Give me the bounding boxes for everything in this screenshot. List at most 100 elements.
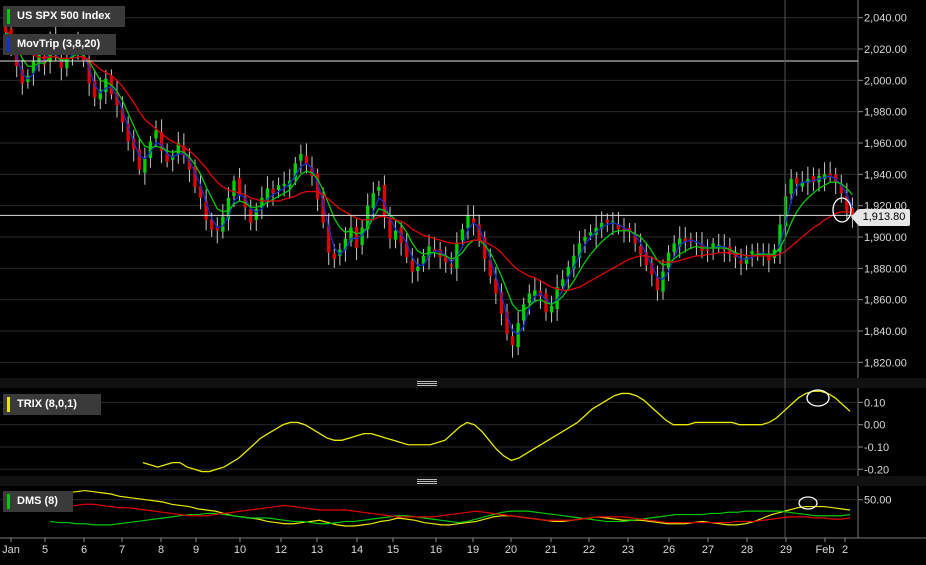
x-tick-label: 5 bbox=[42, 544, 48, 556]
trix-tick-label: 0.00 bbox=[864, 420, 885, 432]
candle-body bbox=[299, 153, 303, 161]
price-tick-label: 1,840.00 bbox=[864, 326, 907, 338]
price-tick-label: 1,880.00 bbox=[864, 263, 907, 275]
candle-body bbox=[549, 305, 554, 313]
price-tick-label: 2,020.00 bbox=[864, 44, 907, 56]
candle-body bbox=[388, 219, 392, 239]
x-tick-label: 7 bbox=[119, 544, 125, 556]
x-tick-label: 15 bbox=[387, 544, 399, 556]
candle-body bbox=[739, 260, 743, 264]
panel-separator-2 bbox=[0, 476, 926, 486]
price-tick-label: 2,000.00 bbox=[864, 75, 907, 87]
candle-body bbox=[666, 252, 671, 269]
candle-body bbox=[639, 245, 643, 255]
current-price-tag: 1,913.80 bbox=[851, 209, 910, 226]
x-tick-label: 9 bbox=[193, 544, 199, 556]
price-legend-swatch bbox=[7, 9, 10, 24]
price-legend-label: US SPX 500 Index bbox=[17, 10, 111, 22]
candle-body bbox=[705, 249, 710, 252]
x-tick-label: 20 bbox=[505, 544, 517, 556]
chart-stage[interactable]: 1,820.00 1,840.00 1,860.00 1,880.00 1,900.00… bbox=[0, 0, 926, 560]
candle-body bbox=[377, 186, 381, 191]
candle-body bbox=[522, 304, 526, 321]
x-tick-label: 28 bbox=[741, 544, 753, 556]
candle-body bbox=[282, 183, 286, 186]
movtrip-legend-label: MovTrip (3,8,20) bbox=[17, 38, 101, 50]
x-tick-label: 10 bbox=[234, 544, 246, 556]
annotation-circle-trix bbox=[806, 389, 830, 407]
price-legend[interactable]: US SPX 500 Index bbox=[3, 6, 125, 27]
price-tick-label: 1,980.00 bbox=[864, 107, 907, 119]
candle-body bbox=[795, 177, 799, 184]
candle-body bbox=[254, 208, 258, 221]
dms-line-2 bbox=[49, 503, 851, 524]
candle-body bbox=[527, 293, 531, 304]
candle-body bbox=[789, 179, 793, 194]
candle-body bbox=[154, 130, 158, 139]
trix-tick-label: -0.20 bbox=[864, 464, 889, 476]
trix-line bbox=[142, 390, 851, 473]
x-tick-label: Jan bbox=[2, 544, 20, 556]
candle-body bbox=[271, 188, 275, 194]
price-tick-label: 1,960.00 bbox=[864, 138, 907, 150]
dms-legend-label: DMS (8) bbox=[17, 495, 58, 507]
candle-body bbox=[588, 232, 593, 236]
price-tick-label: 2,040.00 bbox=[864, 13, 907, 25]
candle-body bbox=[143, 158, 147, 173]
trix-legend-label: TRIX (8,0,1) bbox=[17, 398, 77, 410]
candle-body bbox=[393, 230, 398, 240]
trix-tick-label: 0.10 bbox=[864, 397, 885, 409]
candle-body bbox=[332, 253, 336, 259]
chart-svg[interactable]: 1,820.00 1,840.00 1,860.00 1,880.00 1,900.00… bbox=[0, 0, 926, 560]
panel-resize-handle-2[interactable] bbox=[417, 479, 437, 484]
dms-line-0 bbox=[50, 489, 851, 527]
x-tick-label: 13 bbox=[311, 544, 323, 556]
trix-legend[interactable]: TRIX (8,0,1) bbox=[3, 394, 101, 415]
candle-body bbox=[510, 336, 515, 346]
x-tick-label: 23 bbox=[622, 544, 634, 556]
movtrip-legend[interactable]: MovTrip (3,8,20) bbox=[3, 34, 116, 55]
candle-body bbox=[249, 208, 253, 223]
panel-resize-handle-1[interactable] bbox=[417, 381, 437, 386]
candle-body bbox=[717, 244, 721, 246]
candle-body bbox=[672, 243, 676, 253]
annotation-circle-dms bbox=[798, 496, 818, 510]
dms-tick-label: 50.00 bbox=[864, 495, 892, 507]
candle-body bbox=[3, 27, 8, 32]
price-tick-label: 1,940.00 bbox=[864, 169, 907, 181]
x-tick-label: Feb bbox=[816, 544, 835, 556]
candle-body bbox=[516, 323, 520, 348]
candle-body bbox=[371, 193, 375, 209]
dms-legend[interactable]: DMS (8) bbox=[3, 491, 73, 512]
x-tick-label: 26 bbox=[663, 544, 675, 556]
x-tick-label: 16 bbox=[430, 544, 442, 556]
x-tick-label: 27 bbox=[702, 544, 714, 556]
candle-body bbox=[605, 219, 609, 223]
candle-body bbox=[104, 78, 108, 93]
trix-tick-label: -0.10 bbox=[864, 442, 889, 454]
candle-body bbox=[756, 251, 760, 253]
price-tick-label: 1,820.00 bbox=[864, 357, 907, 369]
candle-body bbox=[416, 266, 420, 272]
candle-body bbox=[466, 215, 470, 229]
candle-body bbox=[583, 237, 587, 241]
price-tick-label: 1,860.00 bbox=[864, 295, 907, 307]
x-tick-label: 22 bbox=[583, 544, 595, 556]
candle-body bbox=[561, 279, 565, 287]
movtrip-line-0 bbox=[5, 31, 854, 335]
candle-body bbox=[460, 229, 465, 241]
candle-body bbox=[661, 271, 665, 292]
price-tick-label: 1,900.00 bbox=[864, 232, 907, 244]
x-tick-label: 21 bbox=[545, 544, 557, 556]
candle-body bbox=[449, 264, 453, 267]
candle-body bbox=[750, 251, 754, 255]
dms-legend-swatch bbox=[7, 494, 10, 509]
candle-body bbox=[276, 185, 281, 191]
candle-body bbox=[410, 260, 414, 272]
x-tick-label: 29 bbox=[780, 544, 792, 556]
candle-body bbox=[655, 277, 660, 291]
movtrip-legend-swatch bbox=[7, 37, 10, 52]
x-tick-label: 8 bbox=[158, 544, 164, 556]
trix-legend-swatch bbox=[7, 397, 10, 412]
x-tick-label: 12 bbox=[275, 544, 287, 556]
